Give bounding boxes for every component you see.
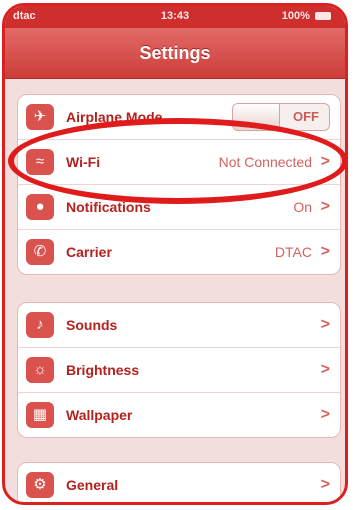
battery-percent: 100% (281, 10, 310, 22)
chevron-right-icon: > (320, 198, 330, 215)
settings-row-wifi[interactable]: ≈ Wi-Fi Not Connected > (18, 139, 340, 184)
row-label: Carrier (66, 244, 112, 260)
airplane-icon: ✈ (26, 104, 54, 130)
general-gear-icon: ⚙ (26, 472, 54, 498)
settings-row-carrier[interactable]: ✆ Carrier DTAC > (18, 229, 340, 274)
nav-bar: Settings (5, 28, 345, 79)
status-bar: dtac 13:43 100% (5, 6, 345, 28)
battery-status: 100% (282, 10, 331, 22)
chevron-right-icon: > (320, 153, 330, 170)
row-label: General (66, 477, 119, 493)
settings-row-sounds[interactable]: ♪ Sounds > (18, 303, 340, 347)
carrier-phone-icon: ✆ (26, 239, 54, 265)
settings-row-brightness[interactable]: ☼ Brightness > (18, 347, 340, 392)
battery-icon (315, 12, 331, 21)
wifi-icon: ≈ (26, 149, 54, 175)
device-screen: dtac 13:43 100% Settings ✈ Airplane Mode… (2, 3, 348, 505)
row-label: Notifications (66, 199, 151, 215)
settings-row-wallpaper[interactable]: ▦ Wallpaper > (18, 392, 340, 437)
settings-group-display: ♪ Sounds > ☼ Brightness > ▦ Wallpaper > (17, 302, 341, 438)
settings-row-general[interactable]: ⚙ General > (18, 463, 340, 502)
brightness-sun-icon: ☼ (26, 357, 54, 383)
chevron-right-icon: > (320, 476, 330, 493)
sounds-speaker-icon: ♪ (26, 312, 54, 338)
row-label: Sounds (66, 317, 118, 333)
airplane-mode-toggle[interactable]: OFF (232, 103, 330, 131)
row-value: DTAC (274, 244, 312, 260)
toggle-knob[interactable] (233, 104, 280, 130)
row-label: Airplane Mode (66, 109, 163, 125)
page-title: Settings (139, 43, 211, 63)
settings-group-connectivity: ✈ Airplane Mode OFF ≈ Wi-Fi Not Connecte… (17, 94, 341, 275)
wallpaper-image-icon: ▦ (26, 402, 54, 428)
settings-row-notifications[interactable]: ● Notifications On > (18, 184, 340, 229)
settings-row-airplane-mode[interactable]: ✈ Airplane Mode OFF (18, 95, 340, 139)
row-value: On (293, 199, 312, 215)
notifications-icon: ● (26, 194, 54, 220)
chevron-right-icon: > (320, 316, 330, 333)
settings-group-general: ⚙ General > (17, 462, 341, 502)
row-label: Wi-Fi (66, 154, 101, 170)
toggle-state: OFF (293, 109, 319, 124)
row-value: Not Connected (218, 154, 312, 170)
row-label: Wallpaper (66, 407, 133, 423)
chevron-right-icon: > (320, 361, 330, 378)
chevron-right-icon: > (320, 406, 330, 423)
chevron-right-icon: > (320, 243, 330, 260)
row-label: Brightness (66, 362, 140, 378)
